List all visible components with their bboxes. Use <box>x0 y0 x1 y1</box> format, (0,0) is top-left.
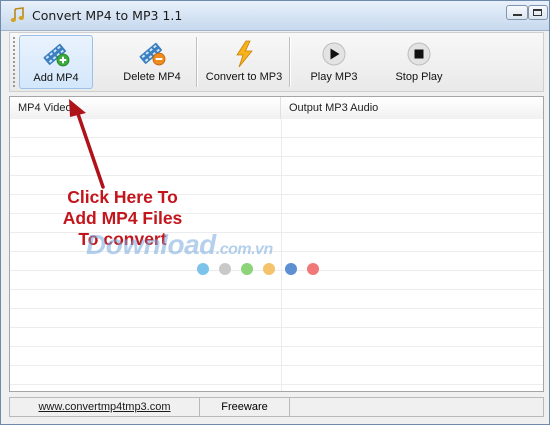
play-mp3-label: Play MP3 <box>310 71 358 83</box>
minimize-button[interactable] <box>506 5 528 20</box>
watermark-dot <box>263 263 275 275</box>
watermark-dot <box>219 263 231 275</box>
column-header-output-mp3-audio[interactable]: Output MP3 Audio <box>281 97 543 119</box>
annotation-arrow <box>69 99 105 189</box>
add-mp4-button[interactable]: Add MP4 <box>19 35 93 89</box>
watermark-dots <box>197 263 329 278</box>
watermark-dot <box>197 263 209 275</box>
add-mp4-label: Add MP4 <box>33 72 79 84</box>
convert-to-mp3-label: Convert to MP3 <box>205 71 283 83</box>
delete-film-icon <box>139 42 166 66</box>
toolbar-separator <box>196 37 198 87</box>
minimize-icon <box>513 14 522 16</box>
watermark-text: Download.com.vn <box>86 229 273 261</box>
maximize-button[interactable] <box>528 5 548 20</box>
play-mp3-button[interactable]: Play MP3 <box>296 35 372 89</box>
stop-icon <box>407 42 431 66</box>
delete-mp4-label: Delete MP4 <box>123 71 181 83</box>
stop-play-button[interactable]: Stop Play <box>380 35 458 89</box>
toolbar-grip[interactable] <box>13 37 17 87</box>
watermark: Download.com.vn <box>81 225 341 295</box>
toolbar-separator <box>289 37 291 87</box>
lightning-icon <box>236 40 253 68</box>
watermark-dot <box>307 263 319 275</box>
watermark-brand: Download <box>86 229 216 260</box>
watermark-dot <box>241 263 253 275</box>
watermark-suffix: .com.vn <box>215 241 273 258</box>
maximize-icon <box>533 9 542 16</box>
toolbar: Add MP4 Delete MP4 Convert to MP3 Play M… <box>9 32 544 92</box>
convert-to-mp3-button[interactable]: Convert to MP3 <box>200 35 288 89</box>
status-bar: www.convertmp4tmp3.com Freeware <box>9 397 544 417</box>
app-window: Convert MP4 to MP3 1.1 Add MP4 Delete MP… <box>0 0 550 425</box>
play-icon <box>322 42 346 66</box>
license-label: Freeware <box>200 398 290 416</box>
column-header-mp4-video[interactable]: MP4 Video <box>10 97 281 119</box>
title-bar[interactable]: Convert MP4 to MP3 1.1 <box>1 1 549 31</box>
delete-mp4-button[interactable]: Delete MP4 <box>112 35 192 89</box>
window-title: Convert MP4 to MP3 1.1 <box>32 8 183 23</box>
watermark-dot <box>285 263 297 275</box>
status-panel <box>290 398 543 416</box>
music-note-icon <box>10 7 24 22</box>
website-link[interactable]: www.convertmp4tmp3.com <box>10 398 200 416</box>
add-film-icon <box>43 43 70 67</box>
stop-play-label: Stop Play <box>395 71 443 83</box>
